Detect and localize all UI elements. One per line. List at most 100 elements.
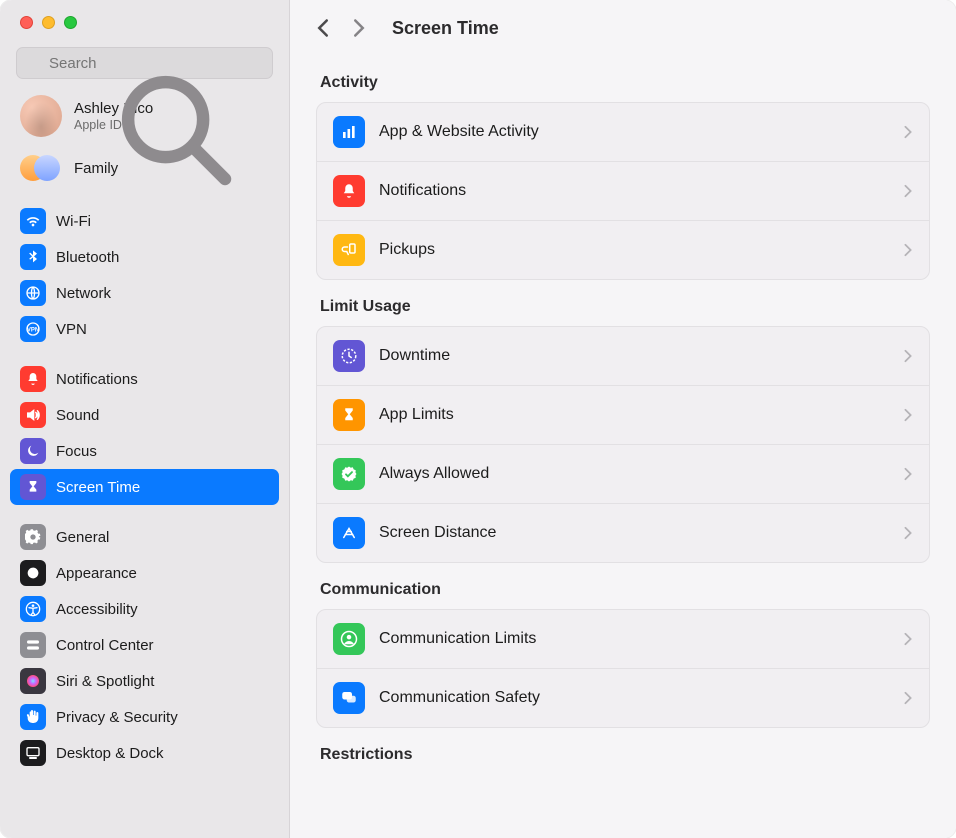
sidebar-item-sound[interactable]: Sound [10, 397, 279, 433]
section-header-restrictions: Restrictions [320, 746, 926, 764]
check-icon [333, 458, 365, 490]
sidebar-item-label: General [56, 529, 109, 546]
dock-icon [20, 740, 46, 766]
row-label: App & Website Activity [379, 123, 889, 141]
pickup-icon [333, 234, 365, 266]
switches-icon [20, 632, 46, 658]
row-communication-safety[interactable]: Communication Safety [317, 668, 929, 727]
sidebar-item-bluetooth[interactable]: Bluetooth [10, 239, 279, 275]
gear-icon [20, 524, 46, 550]
row-app-limits[interactable]: App Limits [317, 385, 929, 444]
section-header-activity: Activity [320, 74, 926, 92]
chevron-right-icon [903, 632, 913, 646]
clock-icon [333, 340, 365, 372]
distance-icon [333, 517, 365, 549]
row-communication-limits[interactable]: Communication Limits [317, 610, 929, 668]
sidebar-item-vpn[interactable]: VPN [10, 311, 279, 347]
moon-icon [20, 438, 46, 464]
sidebar-item-label: Control Center [56, 637, 154, 654]
avatar [20, 95, 62, 137]
sidebar-item-label: Bluetooth [56, 249, 119, 266]
sidebar-item-desktop-dock[interactable]: Desktop & Dock [10, 735, 279, 771]
search-icon [25, 54, 42, 71]
row-label: Pickups [379, 241, 889, 259]
sidebar-item-label: Wi-Fi [56, 213, 91, 230]
settings-window: Ashley Rico Apple ID Family Wi-FiBluetoo… [0, 0, 956, 838]
sidebar-item-network[interactable]: Network [10, 275, 279, 311]
chevron-right-icon [903, 467, 913, 481]
bluetooth-icon [20, 244, 46, 270]
row-label: Always Allowed [379, 465, 889, 483]
sidebar-item-focus[interactable]: Focus [10, 433, 279, 469]
sidebar-item-label: Screen Time [56, 479, 140, 496]
forward-button[interactable] [348, 17, 370, 39]
window-controls [0, 0, 289, 39]
row-downtime[interactable]: Downtime [317, 327, 929, 385]
sidebar-item-control-center[interactable]: Control Center [10, 627, 279, 663]
barchart-icon [333, 116, 365, 148]
sidebar-item-privacy-security[interactable]: Privacy & Security [10, 699, 279, 735]
vpn-icon [20, 316, 46, 342]
chevron-right-icon [903, 526, 913, 540]
appearance-icon [20, 560, 46, 586]
sidebar-item-label: VPN [56, 321, 87, 338]
back-button[interactable] [312, 17, 334, 39]
sidebar-item-wi-fi[interactable]: Wi-Fi [10, 203, 279, 239]
row-label: Communication Safety [379, 689, 889, 707]
wifi-icon [20, 208, 46, 234]
sidebar-item-screen-time[interactable]: Screen Time [10, 469, 279, 505]
row-label: Downtime [379, 347, 889, 365]
bell-icon [20, 366, 46, 392]
accessibility-icon [20, 596, 46, 622]
sidebar-item-label: Appearance [56, 565, 137, 582]
chevron-right-icon [903, 184, 913, 198]
sidebar-item-general[interactable]: General [10, 519, 279, 555]
globe-icon [20, 280, 46, 306]
search-container [16, 47, 273, 79]
row-screen-distance[interactable]: Screen Distance [317, 503, 929, 562]
sidebar-item-label: Notifications [56, 371, 138, 388]
sidebar-item-label: Privacy & Security [56, 709, 178, 726]
card-communication: Communication Limits Communication Safety [316, 609, 930, 728]
chevron-right-icon [903, 125, 913, 139]
page-title: Screen Time [392, 18, 499, 39]
chevron-right-icon [903, 691, 913, 705]
hourglass-icon [333, 399, 365, 431]
main-panel: Screen Time Activity App & Website Activ… [290, 0, 956, 838]
hand-icon [20, 704, 46, 730]
row-notifications[interactable]: Notifications [317, 161, 929, 220]
section-header-limit-usage: Limit Usage [320, 298, 926, 316]
card-activity: App & Website Activity Notifications Picku… [316, 102, 930, 280]
row-pickups[interactable]: Pickups [317, 220, 929, 279]
row-label: Screen Distance [379, 524, 889, 542]
row-app-website-activity[interactable]: App & Website Activity [317, 103, 929, 161]
sidebar-item-label: Siri & Spotlight [56, 673, 154, 690]
minimize-window-button[interactable] [42, 16, 55, 29]
sidebar: Ashley Rico Apple ID Family Wi-FiBluetoo… [0, 0, 290, 838]
row-label: Communication Limits [379, 630, 889, 648]
section-header-communication: Communication [320, 581, 926, 599]
row-always-allowed[interactable]: Always Allowed [317, 444, 929, 503]
chatbubbles-icon [333, 682, 365, 714]
titlebar: Screen Time [290, 0, 956, 56]
sidebar-item-label: Network [56, 285, 111, 302]
person-icon [333, 623, 365, 655]
row-label: Notifications [379, 182, 889, 200]
sidebar-item-label: Desktop & Dock [56, 745, 164, 762]
siri-icon [20, 668, 46, 694]
hourglass-icon [20, 474, 46, 500]
sidebar-item-accessibility[interactable]: Accessibility [10, 591, 279, 627]
sidebar-item-label: Accessibility [56, 601, 138, 618]
close-window-button[interactable] [20, 16, 33, 29]
content-scroll[interactable]: Activity App & Website Activity Notificat… [290, 56, 956, 838]
card-limit-usage: Downtime App Limits Always Allowed Screen D… [316, 326, 930, 563]
bell-icon [333, 175, 365, 207]
chevron-right-icon [903, 349, 913, 363]
sidebar-item-appearance[interactable]: Appearance [10, 555, 279, 591]
zoom-window-button[interactable] [64, 16, 77, 29]
sidebar-item-label: Focus [56, 443, 97, 460]
sidebar-item-siri-spotlight[interactable]: Siri & Spotlight [10, 663, 279, 699]
chevron-right-icon [903, 243, 913, 257]
sidebar-item-notifications[interactable]: Notifications [10, 361, 279, 397]
family-icon [20, 153, 62, 183]
